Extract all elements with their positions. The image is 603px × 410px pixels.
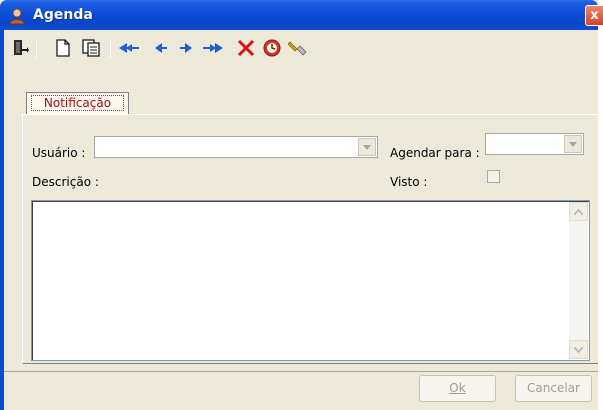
- user-agenda-icon: [8, 7, 26, 25]
- exit-button[interactable]: [10, 37, 32, 59]
- delete-icon: [237, 39, 255, 57]
- new-button[interactable]: [52, 37, 74, 59]
- next-record-button[interactable]: [175, 37, 197, 59]
- close-button[interactable]: x: [585, 5, 603, 26]
- cancelar-button[interactable]: Cancelar: [515, 375, 592, 402]
- descricao-textarea[interactable]: [31, 200, 590, 361]
- usuario-dropdown-button[interactable]: [358, 138, 376, 156]
- toolbar-separator: [36, 40, 37, 58]
- next-record-icon: [180, 43, 192, 53]
- title-bar[interactable]: Agenda x: [0, 0, 603, 30]
- new-document-icon: [56, 39, 70, 57]
- copy-button[interactable]: [80, 37, 102, 59]
- first-record-icon: [119, 43, 139, 53]
- ok-button-label: Ok: [449, 381, 466, 395]
- last-record-button[interactable]: [202, 37, 224, 59]
- tab-notificacao-label: Notificação: [31, 95, 124, 111]
- agendar-para-dropdown-button[interactable]: [564, 135, 582, 153]
- usuario-label: Usuário :: [32, 146, 86, 160]
- previous-record-button[interactable]: [150, 37, 172, 59]
- agendar-para-combo[interactable]: [485, 133, 584, 155]
- window-title: Agenda: [33, 7, 93, 23]
- chevron-up-icon: [574, 208, 583, 215]
- cancel-clock-icon: [263, 39, 281, 57]
- delete-button[interactable]: [235, 37, 257, 59]
- close-icon: x: [590, 8, 599, 23]
- button-bar: [4, 371, 598, 410]
- previous-record-icon: [155, 43, 167, 53]
- search-button[interactable]: [287, 37, 309, 59]
- visto-label: Visto :: [390, 175, 428, 189]
- agendar-para-label: Agendar para :: [390, 146, 480, 160]
- cancelar-button-label: Cancelar: [527, 381, 580, 395]
- cancel-button-toolbar[interactable]: [261, 37, 283, 59]
- descricao-label: Descrição :: [32, 175, 99, 189]
- agenda-window: Agenda x Notificação Usuário: Agendar p…: [0, 0, 603, 410]
- toolbar-separator: [110, 40, 111, 58]
- tab-notificacao[interactable]: Notificação: [26, 92, 129, 114]
- chevron-down-icon: [569, 141, 577, 147]
- chevron-down-icon: [363, 144, 371, 150]
- first-record-button[interactable]: [118, 37, 140, 59]
- ok-button[interactable]: Ok: [419, 375, 496, 402]
- window-frame-left: [0, 30, 4, 410]
- toolbar: [4, 32, 598, 66]
- last-record-icon: [203, 43, 223, 53]
- chevron-down-icon: [574, 346, 583, 353]
- vertical-scrollbar[interactable]: [569, 202, 588, 359]
- scroll-up-button[interactable]: [569, 202, 588, 221]
- search-flashlight-icon: [288, 41, 307, 56]
- copy-document-icon: [82, 39, 100, 57]
- exit-icon: [14, 40, 29, 55]
- scroll-down-button[interactable]: [569, 340, 588, 359]
- usuario-combo[interactable]: [94, 136, 378, 158]
- visto-checkbox[interactable]: [487, 170, 500, 183]
